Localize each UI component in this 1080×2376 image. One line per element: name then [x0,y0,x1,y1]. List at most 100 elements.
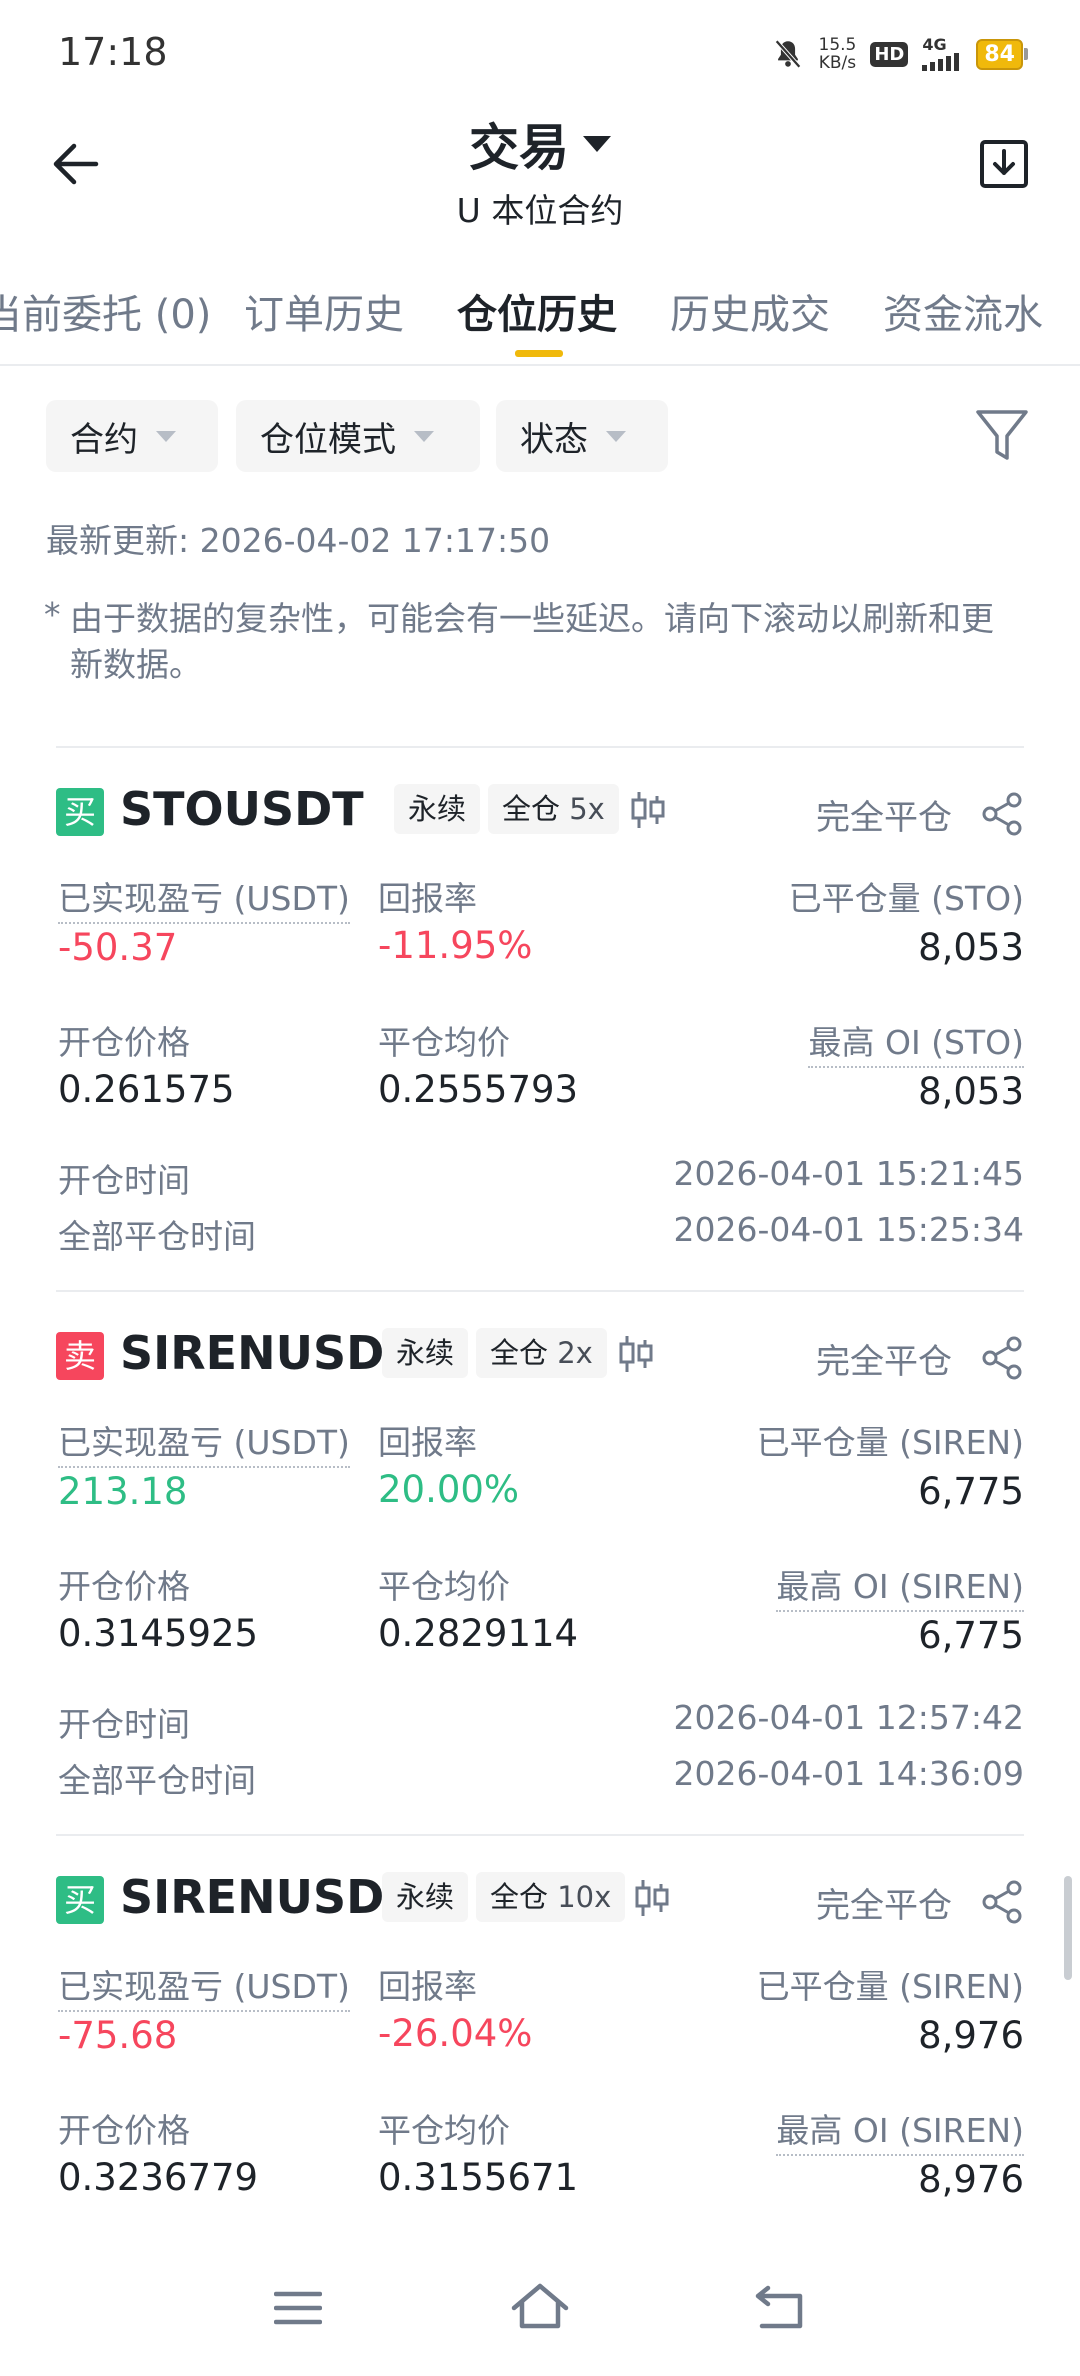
filter-position-mode[interactable]: 仓位模式 [236,400,480,472]
close-avg-value: 0.2555793 [378,1068,579,1111]
position-card[interactable]: 买 SIRENUSDT 永续 全仓 10x 完全平仓 已实现盈亏 (USDT) … [56,1834,1024,2234]
page-title-text: 交易 [469,119,569,177]
leverage: 2x [557,1336,593,1370]
menu-icon[interactable] [274,2288,322,2328]
side-badge: 卖 [56,1332,104,1380]
open-price-label: 开仓价格 [58,1023,190,1062]
close-time-label: 全部平仓时间 [58,1217,256,1256]
perpetual-tag: 永续 [382,1328,469,1378]
roi-value: -11.95% [378,924,533,967]
bell-muted-icon [774,39,801,69]
max-oi-value: 8,976 [918,2158,1024,2201]
roi-label: 回报率 [378,1423,477,1462]
delay-note: * 由于数据的复杂性，可能会有一些延迟。请向下滚动以刷新和更新数据。 [44,595,1024,688]
tab-bar: 当前委托 (0) 订单历史 仓位历史 历史成交 资金流水 [0,276,1080,366]
pnl-value: 213.18 [58,1470,188,1513]
net-speed-unit: KB/s [818,53,857,73]
last-updated: 最新更新: 2026-04-02 17:17:50 [46,521,551,560]
candlestick-icon[interactable] [630,788,666,832]
perpetual-tag: 永续 [382,1872,469,1922]
max-oi-value: 6,775 [918,1614,1024,1657]
roi-value: -26.04% [378,2012,533,2055]
close-avg-value: 0.2829114 [378,1612,579,1655]
status-label: 完全平仓 [816,1886,952,1926]
close-avg-label: 平仓均价 [378,1567,510,1606]
tab-position-history[interactable]: 仓位历史 [457,282,617,340]
tab-open-orders[interactable]: 当前委托 (0) [0,282,211,340]
closed-qty-label: 已平仓量 (STO) [788,879,1024,918]
status-label: 完全平仓 [816,1342,952,1382]
close-time-label: 全部平仓时间 [58,1761,256,1800]
side-badge: 买 [56,1876,104,1924]
filter-status[interactable]: 状态 [496,400,668,472]
margin-tag: 全仓 5x [488,784,619,834]
symbol: SIRENUSDT [120,1326,416,1380]
filter-status-label: 状态 [520,419,588,460]
pnl-label[interactable]: 已实现盈亏 (USDT) [58,1960,350,2012]
roi-label: 回报率 [378,1967,477,2006]
tab-funding-flow[interactable]: 资金流水 [883,282,1043,340]
symbol: SIRENUSDT [120,1870,416,1924]
margin-tag: 全仓 2x [476,1328,607,1378]
status-label: 完全平仓 [816,798,952,838]
max-oi-label[interactable]: 最高 OI (STO) [808,1016,1024,1068]
tab-trade-history[interactable]: 历史成交 [670,282,830,340]
max-oi-value: 8,053 [918,1070,1024,1113]
share-icon[interactable] [980,1336,1024,1380]
open-price-value: 0.3145925 [58,1612,259,1655]
share-icon[interactable] [980,792,1024,836]
pnl-label[interactable]: 已实现盈亏 (USDT) [58,1416,350,1468]
open-time-value: 2026-04-01 15:21:45 [673,1154,1024,1193]
closed-qty-value: 6,775 [918,1470,1024,1513]
scrollbar[interactable] [1064,1876,1072,1980]
margin-mode: 全仓 [490,1880,549,1914]
closed-qty-label: 已平仓量 (SIREN) [756,1423,1024,1462]
open-price-label: 开仓价格 [58,2111,190,2150]
close-time-value: 2026-04-01 15:25:34 [673,1210,1024,1249]
close-avg-label: 平仓均价 [378,2111,510,2150]
battery-level: 84 [976,38,1023,70]
close-avg-label: 平仓均价 [378,1023,510,1062]
position-card[interactable]: 卖 SIRENUSDT 永续 全仓 2x 完全平仓 已实现盈亏 (USDT) 回… [56,1290,1024,1830]
symbol: STOUSDT [120,782,364,836]
share-icon[interactable] [980,1880,1024,1924]
open-time-label: 开仓时间 [58,1161,190,1200]
max-oi-label[interactable]: 最高 OI (SIREN) [776,1560,1024,1612]
filter-funnel-icon[interactable] [974,406,1030,466]
back-icon[interactable] [754,2284,806,2330]
net-speed: 15.5 KB/s [819,36,857,72]
candlestick-icon[interactable] [618,1332,654,1376]
home-icon[interactable] [510,2282,570,2332]
page-title[interactable]: 交易 [469,108,611,180]
pnl-label[interactable]: 已实现盈亏 (USDT) [58,872,350,924]
roi-value: 20.00% [378,1468,520,1511]
battery-icon: 84 [976,38,1028,70]
caret-down-icon [583,136,611,152]
filter-position-mode-label: 仓位模式 [260,419,396,460]
leverage: 5x [569,792,605,826]
side-badge: 买 [56,788,104,836]
filter-contract[interactable]: 合约 [46,400,218,472]
note-star: * [44,595,61,634]
perpetual-tag: 永续 [394,784,481,834]
status-time: 17:18 [58,30,168,74]
open-time-value: 2026-04-01 12:57:42 [673,1698,1024,1737]
signal-type: 4G [922,35,947,54]
download-icon[interactable] [978,138,1030,190]
closed-qty-label: 已平仓量 (SIREN) [756,1967,1024,2006]
position-card[interactable]: 买 STOUSDT 永续 全仓 5x 完全平仓 已实现盈亏 (USDT) 回报率… [56,746,1024,1286]
closed-qty-value: 8,053 [918,926,1024,969]
margin-mode: 全仓 [502,792,561,826]
open-price-value: 0.3236779 [58,2156,259,2199]
chevron-down-icon [606,430,626,442]
page-subtitle: U 本位合约 [456,191,624,230]
closed-qty-value: 8,976 [918,2014,1024,2057]
candlestick-icon[interactable] [634,1876,670,1920]
chevron-down-icon [156,430,176,442]
signal-icon: 4G [922,37,962,71]
tab-order-history[interactable]: 订单历史 [244,282,404,340]
max-oi-label[interactable]: 最高 OI (SIREN) [776,2104,1024,2156]
net-speed-value: 15.5 [818,35,857,55]
margin-tag: 全仓 10x [476,1872,626,1922]
pnl-value: -50.37 [58,926,178,969]
